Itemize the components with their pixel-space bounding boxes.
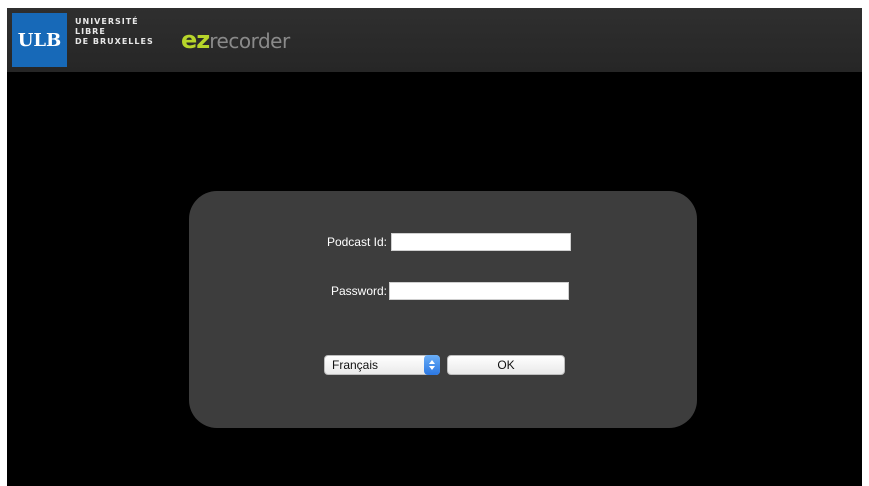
university-name-line-3: DE BRUXELLES bbox=[75, 37, 154, 46]
ezrecorder-logo: ezrecorder bbox=[181, 28, 290, 56]
university-name-line-1: UNIVERSITÉ bbox=[75, 17, 139, 26]
ok-button[interactable]: OK bbox=[447, 355, 565, 375]
podcast-id-label: Podcast Id: bbox=[326, 235, 387, 249]
header-bar: ULB UNIVERSITÉ LIBRE DE BRUXELLES ezreco… bbox=[7, 8, 862, 72]
password-label: Password: bbox=[330, 284, 387, 298]
podcast-id-row: Podcast Id: bbox=[189, 233, 697, 255]
ezrecorder-logo-suffix: recorder bbox=[209, 29, 290, 53]
language-select[interactable]: Français bbox=[324, 355, 440, 375]
ezrecorder-logo-prefix: ez bbox=[181, 26, 210, 54]
university-name: UNIVERSITÉ LIBRE DE BRUXELLES bbox=[75, 17, 154, 47]
password-row: Password: bbox=[189, 282, 697, 304]
podcast-id-input[interactable] bbox=[391, 233, 571, 251]
ulb-logo: ULB bbox=[12, 13, 67, 67]
university-name-line-2: LIBRE bbox=[75, 27, 106, 36]
password-input[interactable] bbox=[389, 282, 569, 300]
app-window: ULB UNIVERSITÉ LIBRE DE BRUXELLES ezreco… bbox=[7, 8, 862, 486]
ulb-logo-text: ULB bbox=[17, 29, 62, 51]
language-select-value: Français bbox=[332, 358, 379, 372]
login-panel: Podcast Id: Password: Français OK bbox=[189, 191, 697, 428]
select-arrows-icon bbox=[424, 355, 440, 375]
